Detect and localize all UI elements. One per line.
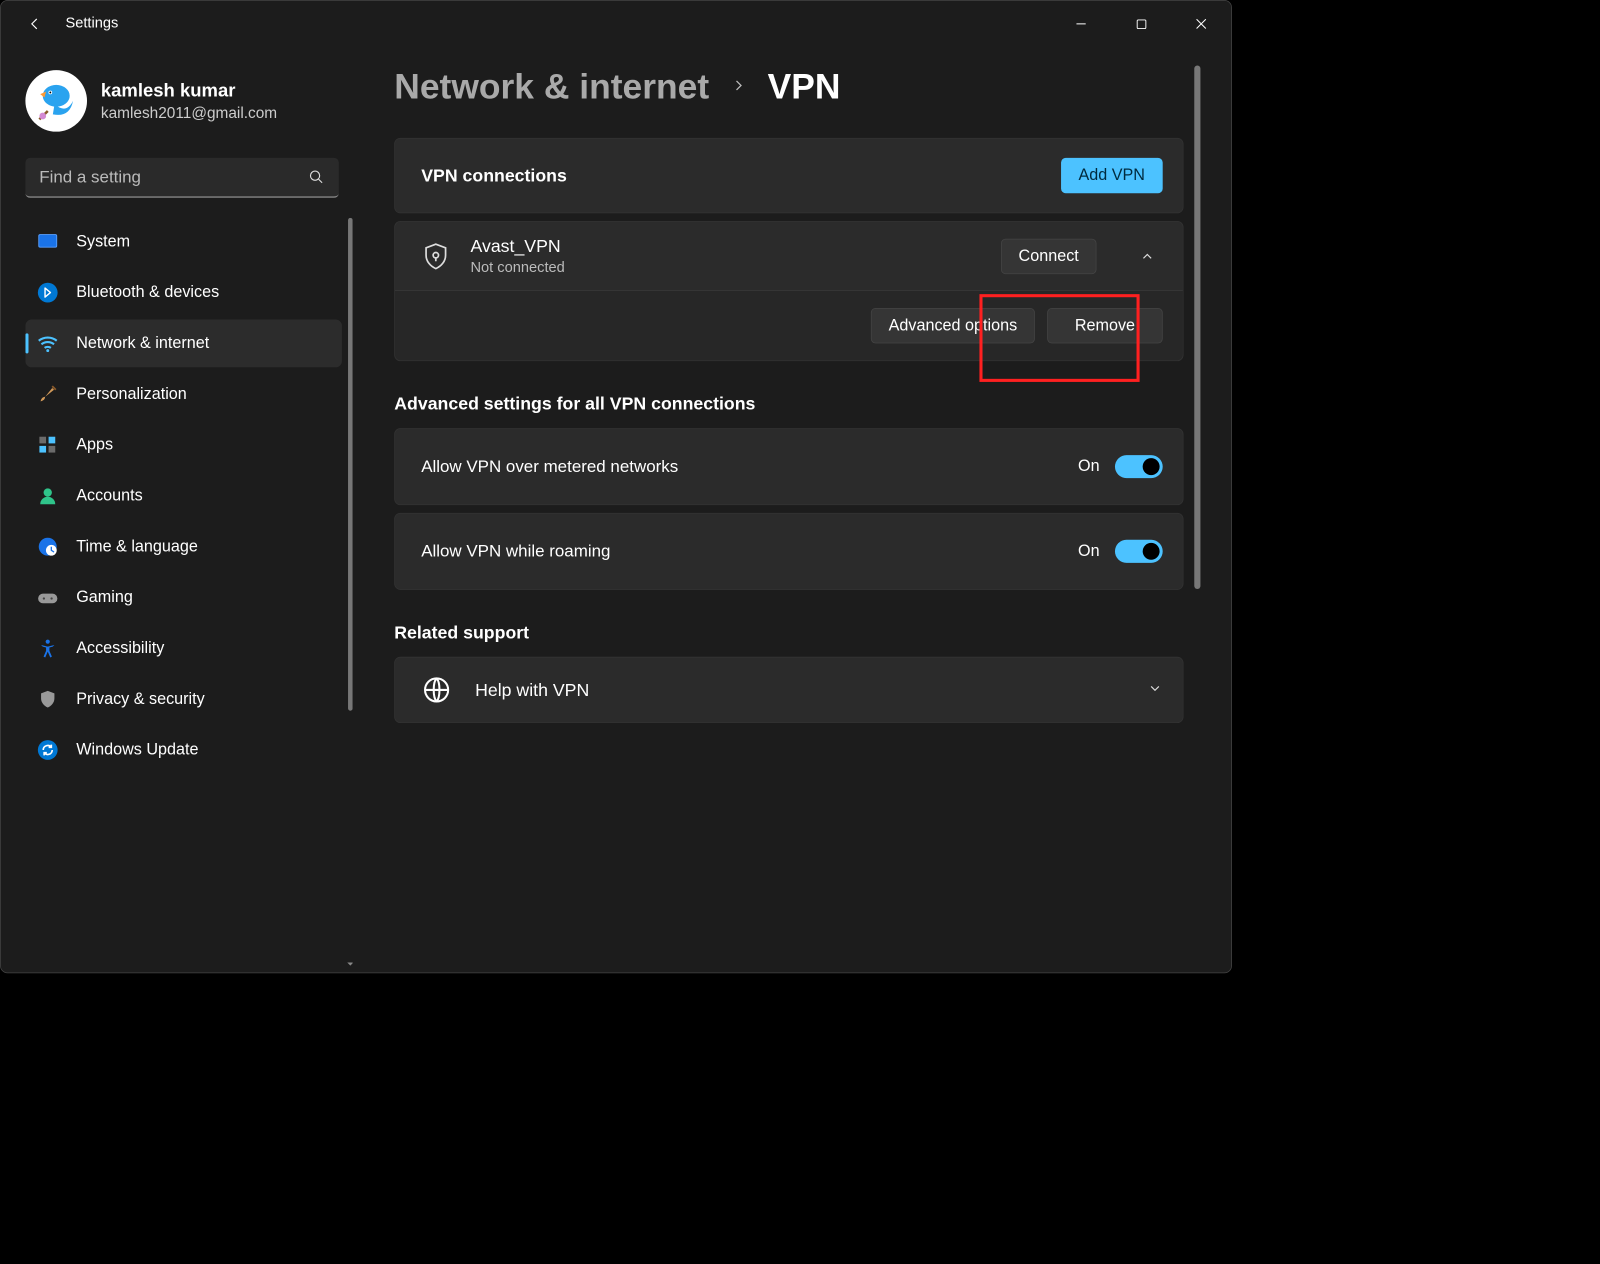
sidebar-item-accessibility[interactable]: Accessibility — [25, 624, 341, 672]
toggle-label: Allow VPN over metered networks — [421, 457, 1062, 477]
chevron-down-icon — [1147, 680, 1162, 699]
vpn-shield-icon — [421, 241, 450, 270]
help-card[interactable]: Help with VPN — [394, 657, 1183, 723]
breadcrumb-parent[interactable]: Network & internet — [394, 65, 709, 107]
globe-icon — [421, 675, 452, 706]
minimize-button[interactable] — [1051, 5, 1111, 44]
sidebar-item-privacy[interactable]: Privacy & security — [25, 675, 341, 723]
sidebar-item-network[interactable]: Network & internet — [25, 320, 341, 368]
scrollbar-thumb[interactable] — [348, 218, 353, 711]
clock-globe-icon — [36, 535, 59, 558]
related-support-heading: Related support — [394, 622, 1183, 643]
sidebar-item-label: Privacy & security — [76, 690, 204, 708]
sidebar-item-label: System — [76, 233, 130, 251]
vpn-connections-heading: VPN connections — [421, 165, 567, 186]
vpn-connection-item: Avast_VPN Not connected Connect Advanced… — [394, 221, 1183, 361]
breadcrumb: Network & internet VPN — [394, 65, 1183, 107]
sidebar-item-label: Time & language — [76, 537, 198, 555]
profile-block[interactable]: kamlesh kumar kamlesh2011@gmail.com — [25, 70, 352, 132]
vpn-connections-header-card: VPN connections Add VPN — [394, 138, 1183, 213]
titlebar: Settings — [1, 1, 1231, 47]
sidebar-item-time-language[interactable]: Time & language — [25, 523, 341, 571]
sidebar-item-label: Personalization — [76, 385, 187, 403]
shield-icon — [36, 688, 59, 711]
toggle-state: On — [1078, 457, 1100, 475]
sidebar-item-label: Apps — [76, 436, 113, 454]
sidebar-item-label: Network & internet — [76, 334, 209, 352]
advanced-settings-heading: Advanced settings for all VPN connection… — [394, 393, 1183, 414]
main-scrollbar[interactable] — [1194, 65, 1202, 972]
sidebar-item-system[interactable]: System — [25, 218, 341, 266]
toggle-roaming-card: Allow VPN while roaming On — [394, 513, 1183, 590]
scrollbar-thumb[interactable] — [1194, 65, 1200, 589]
close-button[interactable] — [1171, 5, 1231, 44]
remove-button[interactable]: Remove — [1047, 308, 1163, 343]
wifi-icon — [36, 332, 59, 355]
help-label: Help with VPN — [475, 680, 1124, 701]
vpn-status: Not connected — [470, 259, 564, 276]
scroll-down-icon[interactable] — [346, 959, 353, 973]
toggle-metered-card: Allow VPN over metered networks On — [394, 428, 1183, 505]
toggle-metered[interactable] — [1115, 455, 1163, 478]
sidebar-item-accounts[interactable]: Accounts — [25, 472, 341, 520]
window-title: Settings — [65, 15, 118, 32]
sidebar-item-personalization[interactable]: Personalization — [25, 370, 341, 418]
accessibility-icon — [36, 637, 59, 660]
search-icon — [308, 169, 325, 190]
paintbrush-icon — [36, 383, 59, 406]
back-button[interactable] — [15, 4, 55, 44]
sidebar-item-label: Windows Update — [76, 741, 198, 759]
nav-list: System Bluetooth & devices Network & int… — [25, 218, 352, 774]
sidebar-item-label: Bluetooth & devices — [76, 283, 219, 301]
sidebar-item-bluetooth[interactable]: Bluetooth & devices — [25, 269, 341, 317]
search-input[interactable] — [25, 158, 338, 198]
collapse-button[interactable] — [1132, 241, 1163, 272]
toggle-state: On — [1078, 542, 1100, 560]
sidebar-item-update[interactable]: Windows Update — [25, 726, 341, 774]
sidebar-item-gaming[interactable]: Gaming — [25, 574, 341, 622]
apps-icon — [36, 434, 59, 457]
sidebar-item-apps[interactable]: Apps — [25, 421, 341, 469]
toggle-roaming[interactable] — [1115, 540, 1163, 563]
breadcrumb-current: VPN — [768, 65, 841, 107]
sidebar-item-label: Accessibility — [76, 639, 164, 657]
display-icon — [36, 230, 59, 253]
update-icon — [36, 738, 59, 761]
sidebar-item-label: Gaming — [76, 588, 133, 606]
bluetooth-icon — [36, 281, 59, 304]
sidebar-item-label: Accounts — [76, 487, 143, 505]
chevron-right-icon — [731, 74, 746, 99]
sidebar-scrollbar[interactable] — [348, 218, 353, 973]
maximize-button[interactable] — [1111, 5, 1171, 44]
connect-button[interactable]: Connect — [1001, 238, 1097, 273]
toggle-label: Allow VPN while roaming — [421, 541, 1062, 561]
profile-email: kamlesh2011@gmail.com — [101, 104, 277, 122]
vpn-name: Avast_VPN — [470, 236, 564, 257]
person-icon — [36, 484, 59, 507]
advanced-options-button[interactable]: Advanced options — [871, 308, 1035, 343]
add-vpn-button[interactable]: Add VPN — [1061, 158, 1163, 193]
profile-name: kamlesh kumar — [101, 80, 277, 102]
gamepad-icon — [36, 586, 59, 609]
sidebar: kamlesh kumar kamlesh2011@gmail.com Syst — [1, 47, 359, 973]
chevron-up-icon — [1140, 248, 1155, 263]
avatar — [25, 70, 87, 132]
